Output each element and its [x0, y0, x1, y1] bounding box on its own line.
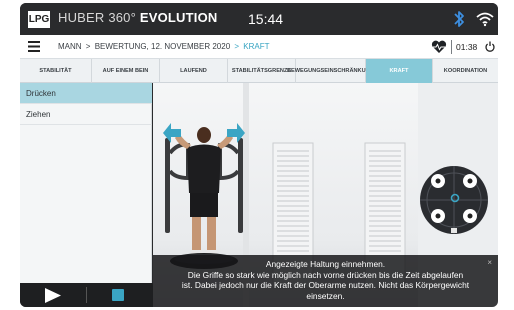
heart-rate-icon[interactable]: [431, 40, 447, 54]
product-name: EVOLUTION: [139, 10, 218, 25]
instruction-line: Die Griffe so stark wie möglich nach vor…: [187, 269, 464, 280]
exercise-list: Drücken Ziehen: [20, 83, 152, 283]
tab-stability[interactable]: STABILITÄT: [20, 59, 92, 83]
list-item-push[interactable]: Drücken: [20, 83, 152, 104]
bluetooth-icon[interactable]: [452, 9, 466, 29]
category-tabs: STABILITÄT AUF EINEM BEIN LAUFEND STABIL…: [20, 59, 498, 83]
tab-coordination[interactable]: KOORDINATION: [433, 59, 498, 83]
close-icon[interactable]: ×: [487, 258, 492, 269]
breadcrumb: MANN > BEWERTUNG, 12. NOVEMBER 2020 > KR…: [58, 42, 270, 51]
breadcrumb-separator: >: [85, 42, 91, 51]
playback-controls: [20, 283, 153, 307]
tab-one-leg[interactable]: AUF EINEM BEIN: [92, 59, 160, 83]
tab-stability-limit[interactable]: STABILITÄTSGRENZE: [228, 59, 296, 83]
instruction-line: ist. Dabei jedoch nur die Kraft der Ober…: [181, 280, 470, 291]
list-item-pull[interactable]: Ziehen: [20, 104, 152, 125]
divider: [451, 40, 452, 54]
pressure-map-icon: [420, 166, 488, 234]
status-bar: LPG HUBER 360° EVOLUTION 15:44: [20, 3, 498, 35]
breadcrumb-item-current: KRAFT: [243, 42, 270, 51]
breadcrumb-item-user[interactable]: MANN: [58, 42, 82, 51]
wifi-icon: [476, 12, 494, 27]
breadcrumb-item-assessment[interactable]: BEWERTUNG, 12. NOVEMBER 2020: [95, 42, 230, 51]
instruction-panel: Angezeigte Haltung einnehmen. Die Griffe…: [153, 255, 498, 307]
hamburger-menu-icon[interactable]: [28, 41, 40, 52]
lpg-logo: LPG: [28, 11, 50, 28]
tab-mobility-limitation[interactable]: BEWEGUNGSEINSCHRÄNKUNG: [287, 59, 374, 83]
instruction-line: Angezeigte Haltung einnehmen.: [265, 259, 386, 269]
tab-strength[interactable]: KRAFT: [366, 59, 433, 83]
breadcrumb-bar: MANN > BEWERTUNG, 12. NOVEMBER 2020 > KR…: [20, 35, 498, 59]
stop-icon[interactable]: [112, 289, 124, 301]
power-icon[interactable]: [485, 41, 495, 52]
tab-running[interactable]: LAUFEND: [160, 59, 228, 83]
session-timer: 01:38: [456, 42, 478, 52]
play-icon[interactable]: [44, 288, 62, 303]
divider: [86, 287, 87, 303]
instruction-line: einsetzen.: [306, 290, 345, 301]
product-prefix: HUBER 360°: [58, 10, 137, 25]
device-screen: LPG HUBER 360° EVOLUTION 15:44 MANN > BE…: [20, 3, 498, 307]
status-clock: 15:44: [248, 11, 284, 27]
breadcrumb-separator: >: [234, 42, 240, 51]
product-title: HUBER 360° EVOLUTION: [58, 10, 217, 25]
